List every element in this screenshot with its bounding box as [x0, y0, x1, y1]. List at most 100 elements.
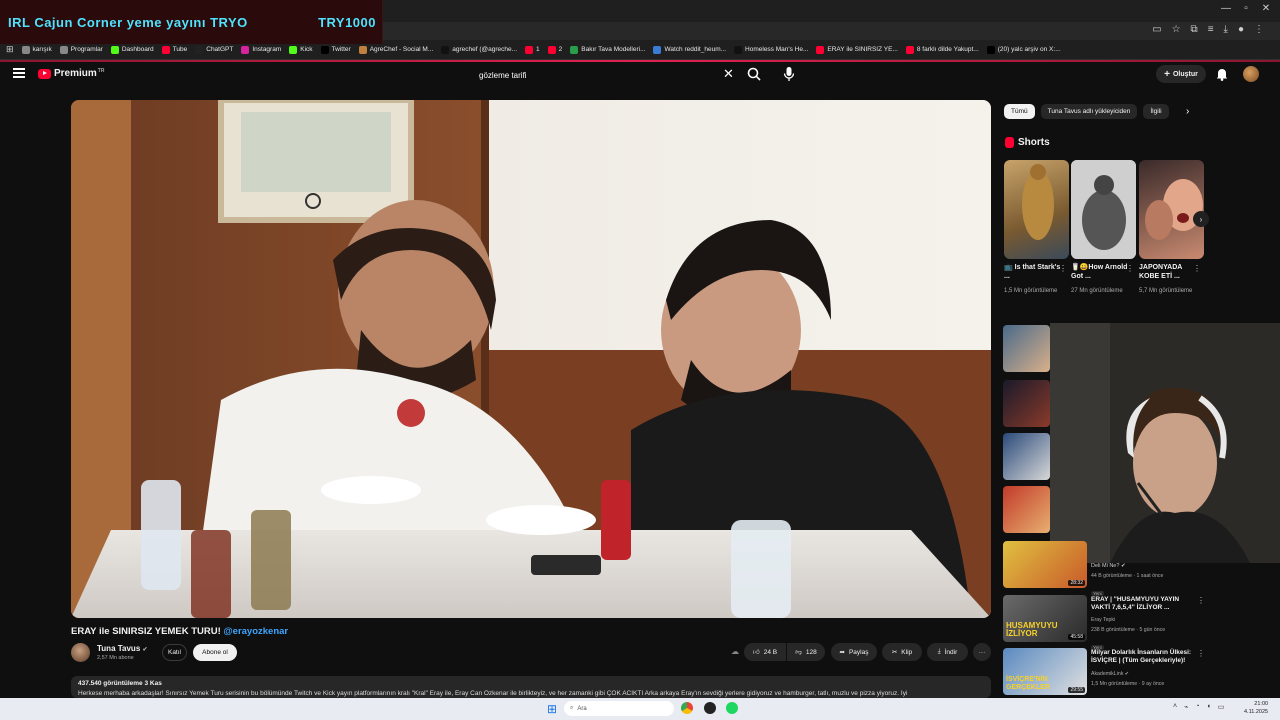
short-title-1[interactable]: 📺 Is that Stark's ... — [1004, 263, 1062, 281]
dislike-button[interactable]: 👎︎ 128 — [787, 643, 825, 661]
taskbar-search[interactable]: ⌕ Ara — [564, 701, 674, 716]
short-title-2[interactable]: 🥛😀How Arnold Got ... — [1071, 263, 1129, 281]
subscribe-button[interactable]: Abone ol — [193, 644, 237, 661]
search-icon[interactable] — [746, 66, 762, 82]
hamburger-menu-icon[interactable] — [13, 68, 25, 78]
bookmark-item[interactable]: AgreChef - Social M... — [358, 45, 433, 54]
short-more-icon[interactable]: ⋮ — [1059, 264, 1067, 273]
like-count: 24 B — [763, 648, 778, 656]
bookmark-star-icon[interactable]: ☆ — [1172, 24, 1181, 35]
chip-related[interactable]: İlgili — [1143, 104, 1169, 119]
join-button[interactable]: Katıl — [162, 644, 187, 661]
chip-uploader[interactable]: Tuna Tavus adlı yükleyiciden — [1040, 104, 1138, 119]
rec-title-3[interactable]: Milyar Dolarlık İnsanların Ülkesi: İSVİÇ… — [1091, 649, 1196, 665]
like-button[interactable]: 👍︎ 24 B — [744, 643, 786, 661]
bookmark-item[interactable]: Programlar — [59, 45, 103, 54]
rec-channel-2[interactable]: Eray Tepki — [1091, 616, 1201, 624]
downloads-icon[interactable]: ⤓ — [1224, 24, 1228, 35]
rec-channel-3[interactable]: AkademikLink ✔ — [1091, 670, 1201, 678]
bookmark-item[interactable]: Twitter — [320, 45, 351, 54]
browser-address-bar[interactable] — [383, 22, 1280, 40]
rec-channel-1[interactable]: Deli Mi Ne? ✔ — [1091, 562, 1201, 570]
short-thumbnail-3[interactable] — [1139, 160, 1204, 259]
minimize-icon[interactable]: — — [1216, 3, 1236, 17]
channel-name[interactable]: Tuna Tavus ✔ — [97, 644, 148, 653]
mention-link[interactable]: @erayozkenar — [223, 626, 288, 637]
chevron-up-icon[interactable]: ˄ — [1173, 703, 1177, 711]
short-title-3[interactable]: JAPONYADA KOBE ETİ ... — [1139, 263, 1197, 281]
extensions-icon[interactable]: ⧉ — [1191, 24, 1198, 35]
bookmark-item[interactable]: 8 farklı dilde Yakupt... — [905, 45, 979, 54]
short-more-icon[interactable]: ⋮ — [1126, 264, 1134, 273]
rec-thumbnail[interactable] — [1003, 380, 1050, 427]
verified-icon: ✔ — [1124, 671, 1130, 677]
reading-list-icon[interactable]: ≡ — [1208, 24, 1214, 35]
download-button[interactable]: ⤓ İndir — [927, 643, 968, 661]
bookmark-item[interactable]: ERAY ile SINIRSIZ YE... — [816, 45, 898, 54]
clear-search-icon[interactable]: ✕ — [723, 66, 734, 82]
rec-thumbnail-3[interactable]: İSVİÇRE'NİN GERÇEKLER 29:55 — [1003, 648, 1087, 695]
rec-thumbnail[interactable] — [1003, 433, 1050, 480]
dislike-count: 128 — [805, 648, 817, 656]
bookmark-item[interactable]: agrechef (@agreche... — [441, 45, 517, 54]
short-image — [1071, 160, 1136, 259]
chevron-right-icon[interactable]: › — [1186, 106, 1189, 117]
taskbar-clock[interactable]: 21:00 4.11.2025 — [1244, 700, 1268, 716]
clip-button[interactable]: ✂ Klip — [882, 643, 922, 661]
channel-avatar[interactable] — [71, 643, 90, 662]
obs-taskbar-icon[interactable] — [704, 702, 716, 714]
share-button[interactable]: ➦ Paylaş — [831, 643, 877, 661]
rec-more-icon[interactable]: ⋮ — [1197, 649, 1205, 658]
rec-thumbnail-1[interactable]: 28:32 — [1003, 541, 1087, 588]
short-more-icon[interactable]: ⋮ — [1193, 264, 1201, 273]
bookmark-item[interactable]: Instagram — [241, 45, 281, 54]
microphone-icon[interactable] — [781, 65, 797, 83]
bookmark-item[interactable]: Watch reddit_heum... — [653, 45, 726, 54]
shorts-next-icon[interactable]: › — [1193, 211, 1209, 227]
browser-menu-icon[interactable]: ⋮ — [1254, 24, 1264, 35]
windows-start-icon[interactable]: ⊞ — [547, 702, 557, 716]
bookmark-item[interactable]: ChatGPT — [195, 45, 233, 54]
rec-more-icon[interactable]: ⋮ — [1197, 596, 1205, 605]
bookmark-item[interactable]: (20) yalc arşiv on X:... — [986, 45, 1061, 54]
bookmark-item[interactable]: Bakır Tava Modelleri... — [570, 45, 645, 54]
short-thumbnail-2[interactable] — [1071, 160, 1136, 259]
bookmark-item[interactable]: 1 — [525, 45, 540, 54]
bookmark-item[interactable]: Homeless Man's He... — [734, 45, 808, 54]
spotify-taskbar-icon[interactable] — [726, 702, 738, 714]
profile-icon[interactable]: ● — [1238, 24, 1244, 35]
bookmark-favicon-icon — [21, 45, 30, 54]
more-actions-button[interactable]: ··· — [973, 643, 991, 661]
usb-icon[interactable]: ⌁ — [1184, 703, 1188, 711]
volume-icon[interactable]: ◖ — [1207, 703, 1211, 711]
chip-all[interactable]: Tümü — [1004, 104, 1035, 119]
bookmark-item[interactable]: karışık — [21, 45, 52, 54]
bookmark-item[interactable]: Kick — [289, 45, 313, 54]
create-button[interactable]: + Oluştur — [1156, 65, 1206, 83]
maximize-icon[interactable]: ▫ — [1236, 3, 1256, 17]
notifications-bell-icon[interactable] — [1216, 67, 1228, 81]
bookmark-label: Tube — [172, 46, 188, 53]
hype-icon[interactable]: ☁ — [731, 647, 739, 656]
description-box[interactable]: 437.540 görüntüleme 3 Kas Herkese merhab… — [71, 676, 991, 698]
rec-thumbnail[interactable] — [1003, 325, 1050, 372]
battery-icon[interactable]: ▭ — [1218, 703, 1225, 711]
bookmark-item[interactable]: Tube — [161, 45, 188, 54]
rec-thumbnail-2[interactable]: HUSAMYUYU İZLİYOR 45:58 — [1003, 595, 1087, 642]
bookmark-item[interactable]: Dashboard — [110, 45, 154, 54]
rec-thumbnail[interactable] — [1003, 486, 1050, 533]
share-icon: ➦ — [839, 649, 845, 656]
bookmark-item[interactable]: 2 — [547, 45, 562, 54]
short-thumbnail-1[interactable] — [1004, 160, 1069, 259]
chrome-taskbar-icon[interactable] — [681, 702, 693, 714]
user-avatar[interactable] — [1243, 66, 1259, 82]
cast-icon[interactable]: ▭ — [1152, 24, 1161, 35]
wifi-icon[interactable]: ◔ — [1195, 703, 1199, 711]
close-window-icon[interactable]: ✕ — [1256, 3, 1276, 17]
bookmark-favicon-icon — [734, 45, 743, 54]
youtube-premium-logo[interactable]: PremiumTR — [38, 68, 104, 79]
bookmark-label: 1 — [536, 46, 540, 53]
video-player[interactable] — [71, 100, 991, 618]
rec-title-2[interactable]: ERAY | "HUSAMYUYU YAYIN VAKTİ 7,6,5,4" İ… — [1091, 596, 1196, 612]
apps-grid-icon[interactable]: ⊞ — [6, 44, 14, 55]
